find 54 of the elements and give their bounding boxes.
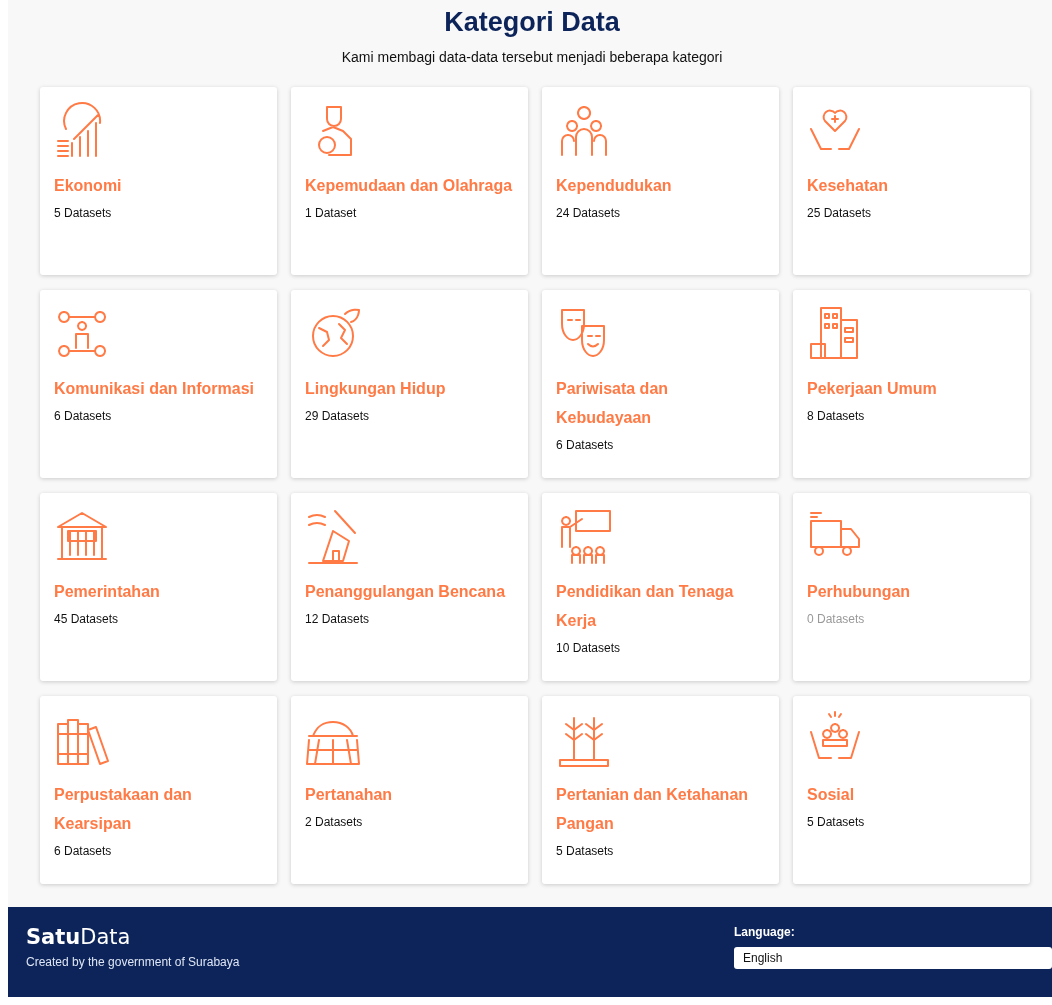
category-name: Kepemudaan dan Olahraga (305, 176, 513, 196)
logo: SatuData (26, 925, 132, 949)
category-card[interactable]: Sosial 5 Datasets (793, 696, 1030, 884)
dataset-count: 5 Datasets (54, 206, 112, 220)
category-card[interactable]: Pendidikan dan Tenaga Kerja 10 Datasets (542, 493, 779, 681)
category-name: Pertanahan (305, 785, 393, 805)
language-label: Language: (734, 925, 796, 939)
category-card[interactable]: Lingkungan Hidup 29 Datasets (291, 290, 528, 478)
category-name: Lingkungan Hidup (305, 379, 446, 399)
page-subtitle: Kami membagi data-data tersebut menjadi beberapa kategori (340, 49, 724, 65)
category-name: Pariwisata dan Kebudayaan (556, 379, 670, 428)
dataset-count: 25 Datasets (807, 206, 872, 220)
page-title: Kategori Data (443, 6, 621, 39)
category-name: Pekerjaan Umum (807, 379, 937, 399)
category-name: Perhubungan (807, 582, 911, 602)
category-name: Komunikasi dan Informasi (54, 379, 255, 399)
dataset-count: 8 Datasets (807, 409, 865, 423)
category-card[interactable]: Penanggulangan Bencana 12 Datasets (291, 493, 528, 681)
category-name: Sosial (807, 785, 855, 805)
category-card[interactable]: Ekonomi 5 Datasets (40, 87, 277, 275)
category-name: Pendidikan dan Tenaga Kerja (556, 582, 735, 631)
language-select[interactable]: English (734, 947, 1052, 969)
category-card[interactable]: Perpustakaan dan Kearsipan 6 Datasets (40, 696, 277, 884)
dataset-count: 6 Datasets (54, 844, 112, 858)
category-card[interactable]: Pertanahan 2 Datasets (291, 696, 528, 884)
dataset-count: 1 Dataset (305, 206, 357, 220)
category-card[interactable]: Pertanian dan Ketahanan Pangan 5 Datasets (542, 696, 779, 884)
category-card[interactable]: Pemerintahan 45 Datasets (40, 493, 277, 681)
category-card[interactable]: Kepemudaan dan Olahraga 1 Dataset (291, 87, 528, 275)
category-name: Pemerintahan (54, 582, 160, 602)
category-card[interactable]: Kependudukan 24 Datasets (542, 87, 779, 275)
dataset-count: 10 Datasets (556, 641, 621, 655)
category-name: Perpustakaan dan Kearsipan (54, 785, 193, 834)
dataset-count: 5 Datasets (556, 844, 614, 858)
category-name: Ekonomi (54, 176, 122, 196)
category-name: Kependudukan (556, 176, 672, 196)
category-name: Kesehatan (807, 176, 888, 196)
category-card[interactable]: Komunikasi dan Informasi 6 Datasets (40, 290, 277, 478)
disaster-house-icon (305, 507, 361, 565)
dataset-count: 12 Datasets (305, 612, 370, 626)
dataset-count: 5 Datasets (807, 815, 865, 829)
category-card[interactable]: Kesehatan 25 Datasets (793, 87, 1030, 275)
dataset-count: 6 Datasets (54, 409, 112, 423)
category-name: Pertanian dan Ketahanan Pangan (556, 785, 750, 834)
dataset-count: 29 Datasets (305, 409, 370, 423)
category-name: Penanggulangan Bencana (305, 582, 506, 602)
category-card[interactable]: Pekerjaan Umum 8 Datasets (793, 290, 1030, 478)
footer-caption: Created by the government of Surabaya (26, 955, 241, 969)
dataset-count: 45 Datasets (54, 612, 119, 626)
dataset-count: 0 Datasets (807, 612, 865, 626)
dataset-count: 2 Datasets (305, 815, 363, 829)
category-card[interactable]: Pariwisata dan Kebudayaan 6 Datasets (542, 290, 779, 478)
dataset-count: 24 Datasets (556, 206, 621, 220)
dataset-count: 6 Datasets (556, 438, 614, 452)
